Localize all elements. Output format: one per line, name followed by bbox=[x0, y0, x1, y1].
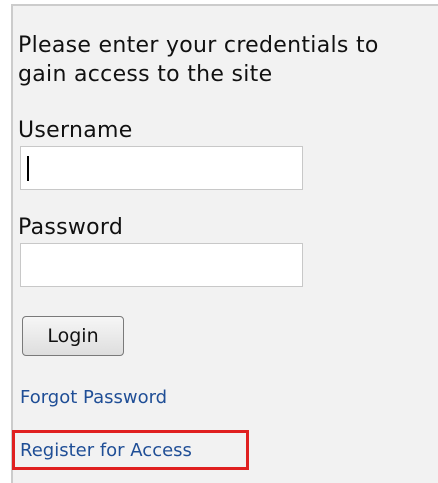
login-instructions: Please enter your credentials to gain ac… bbox=[18, 33, 379, 87]
password-label: Password bbox=[18, 215, 124, 240]
username-input[interactable] bbox=[20, 146, 303, 190]
text-cursor bbox=[27, 156, 29, 181]
forgot-password-link[interactable]: Forgot Password bbox=[20, 387, 167, 409]
register-for-access-link[interactable]: Register for Access bbox=[20, 440, 192, 462]
password-input[interactable] bbox=[20, 243, 303, 287]
login-button[interactable]: Login bbox=[22, 316, 124, 356]
username-label: Username bbox=[18, 118, 133, 143]
